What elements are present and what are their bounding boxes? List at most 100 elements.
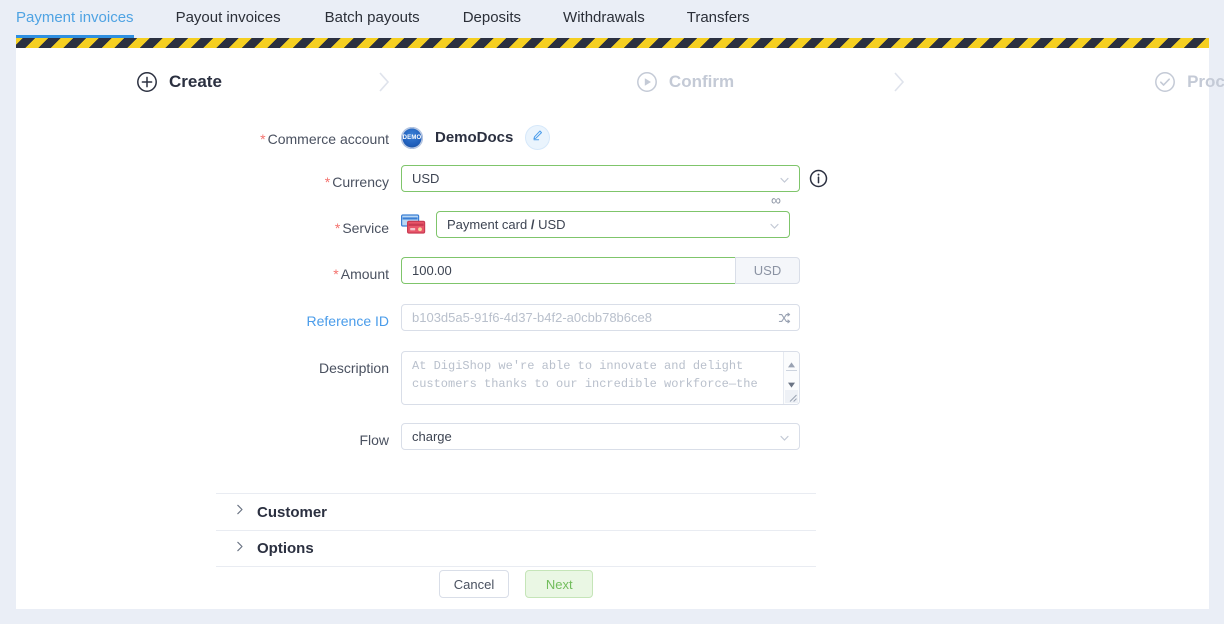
currency-select[interactable]: USD — [401, 165, 800, 192]
field-currency: USD ∞ — [401, 165, 828, 207]
chevron-right-icon — [892, 70, 906, 94]
service-select[interactable]: Payment card / USD — [436, 211, 790, 238]
step-process[interactable]: Process — [1154, 71, 1224, 93]
content-panel: Create Confirm Proc * Commerce account D… — [16, 48, 1224, 609]
row-service: * Service Payment card / USD — [16, 211, 1209, 238]
tab-label: Transfers — [686, 9, 750, 26]
description-textarea[interactable]: At DigiShop we're able to innovate and d… — [401, 351, 800, 405]
currency-limit-indicator: ∞ — [771, 192, 781, 208]
label-text: Flow — [359, 432, 389, 448]
check-circle-icon — [1154, 71, 1176, 93]
chevron-down-icon — [779, 173, 790, 184]
tab-label: Withdrawals — [563, 9, 645, 26]
section-options[interactable]: Options — [216, 530, 816, 567]
required-marker: * — [260, 131, 266, 147]
field-commerce-account: DEMO DemoDocs — [401, 122, 551, 150]
row-flow: Flow charge — [16, 423, 1209, 450]
flow-value: charge — [412, 429, 452, 444]
chevron-right-icon — [235, 503, 245, 521]
field-flow: charge — [401, 423, 800, 450]
label-amount: * Amount — [16, 257, 401, 283]
wizard-stepper: Create Confirm Proc — [16, 70, 1224, 94]
form-actions: Cancel Next — [216, 570, 816, 598]
tab-payout-invoices[interactable]: Payout invoices — [176, 0, 281, 38]
reference-id-input[interactable]: b103d5a5-91f6-4d37-b4f2-a0cbb78b6ce8 — [401, 304, 800, 331]
label-text: Description — [318, 360, 389, 376]
app-root: Payment invoices Payout invoices Batch p… — [0, 0, 1224, 624]
currency-value: USD — [412, 171, 440, 186]
label-text: Commerce account — [267, 131, 389, 147]
edit-account-button[interactable] — [525, 125, 551, 150]
warning-stripes-bar — [16, 38, 1209, 48]
required-marker: * — [333, 266, 339, 282]
collapsible-sections: Customer Options — [216, 493, 816, 567]
step-create[interactable]: Create — [136, 71, 222, 93]
description-scrollbar[interactable] — [783, 352, 799, 404]
plus-circle-icon — [136, 71, 158, 93]
info-circle-icon[interactable] — [809, 169, 828, 188]
reference-id-placeholder: b103d5a5-91f6-4d37-b4f2-a0cbb78b6ce8 — [412, 310, 652, 325]
required-marker: * — [334, 220, 341, 236]
label-reference-id[interactable]: Reference ID — [16, 304, 401, 330]
tab-withdrawals[interactable]: Withdrawals — [563, 0, 645, 38]
create-invoice-form: * Commerce account DEMO DemoDocs * Curre… — [16, 122, 1209, 450]
field-description: At DigiShop we're able to innovate and d… — [401, 351, 800, 405]
field-service: Payment card / USD — [401, 211, 790, 238]
chevron-down-icon — [769, 219, 780, 230]
description-placeholder: At DigiShop we're able to innovate and d… — [412, 359, 758, 391]
flow-select[interactable]: charge — [401, 423, 800, 450]
section-title: Options — [257, 540, 314, 557]
cancel-label: Cancel — [453, 576, 495, 592]
cancel-button[interactable]: Cancel — [438, 570, 510, 598]
service-value-suffix: USD — [538, 217, 566, 232]
required-marker: * — [324, 174, 331, 190]
label-flow: Flow — [16, 423, 401, 449]
service-value-wrap: Payment card / USD — [401, 211, 790, 238]
service-value-separator: / — [530, 217, 535, 232]
badge-text: DEMO — [402, 134, 422, 141]
row-commerce-account: * Commerce account DEMO DemoDocs — [16, 122, 1209, 150]
service-value: Payment card / USD — [447, 217, 566, 232]
account-name: DemoDocs — [435, 129, 514, 146]
section-title: Customer — [257, 503, 328, 521]
tab-batch-payouts[interactable]: Batch payouts — [325, 0, 420, 38]
amount-input[interactable] — [401, 257, 735, 284]
resize-grip-icon[interactable] — [785, 390, 798, 403]
chevron-right-icon — [377, 70, 391, 94]
field-amount: USD — [401, 257, 800, 284]
caret-down-icon[interactable] — [787, 376, 796, 388]
section-customer[interactable]: Customer — [216, 493, 816, 530]
caret-up-icon[interactable] — [787, 356, 796, 368]
tab-label: Payout invoices — [175, 9, 281, 26]
row-currency: * Currency USD ∞ — [16, 165, 1209, 207]
step-confirm[interactable]: Confirm — [636, 71, 734, 93]
row-reference-id: Reference ID b103d5a5-91f6-4d37-b4f2-a0c… — [16, 304, 1209, 331]
label-text: Reference ID — [306, 313, 389, 329]
step-label: Create — [169, 72, 222, 91]
tab-label: Deposits — [462, 9, 522, 26]
demo-account-badge-icon: DEMO — [401, 126, 423, 149]
scrollbar-track — [786, 370, 797, 371]
step-label: Confirm — [668, 72, 735, 91]
row-description: Description At DigiShop we're able to in… — [16, 351, 1209, 405]
play-circle-icon — [636, 71, 658, 93]
tab-payment-invoices[interactable]: Payment invoices — [16, 0, 134, 38]
label-commerce-account: * Commerce account — [16, 122, 401, 148]
chevron-right-icon — [235, 540, 245, 558]
top-navigation: Payment invoices Payout invoices Batch p… — [0, 0, 1224, 38]
service-value-prefix: Payment card — [447, 217, 528, 232]
next-label: Next — [545, 576, 573, 592]
label-currency: * Currency — [16, 165, 401, 191]
shuffle-icon[interactable] — [778, 311, 791, 324]
amount-input-group: USD — [401, 257, 800, 284]
label-description: Description — [16, 351, 401, 377]
payment-card-icon — [401, 214, 426, 235]
next-button[interactable]: Next — [525, 570, 594, 598]
tab-transfers[interactable]: Transfers — [687, 0, 750, 38]
label-service: * Service — [16, 211, 401, 237]
amount-currency-addon: USD — [735, 257, 800, 284]
label-text: Service — [342, 220, 389, 236]
label-text: Currency — [332, 174, 389, 190]
tab-deposits[interactable]: Deposits — [463, 0, 521, 38]
pencil-icon — [531, 129, 544, 147]
